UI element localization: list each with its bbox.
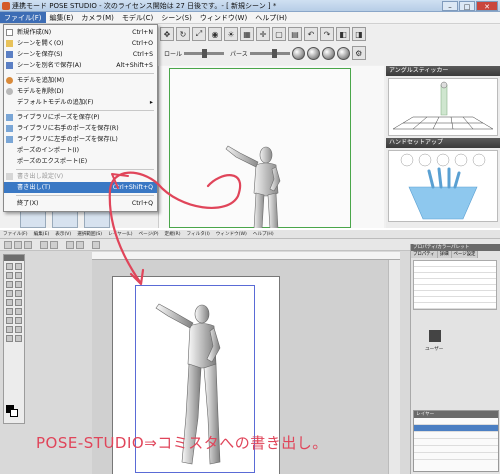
caption-annotation: POSE-STUDIO⇒コミスタへの書き出し。 — [36, 434, 328, 452]
screenshot-root: 連携モード POSE STUDIO - 次のライセンス開始は 27 日後です。-… — [0, 0, 500, 474]
export-arrow-annotation — [108, 171, 242, 286]
